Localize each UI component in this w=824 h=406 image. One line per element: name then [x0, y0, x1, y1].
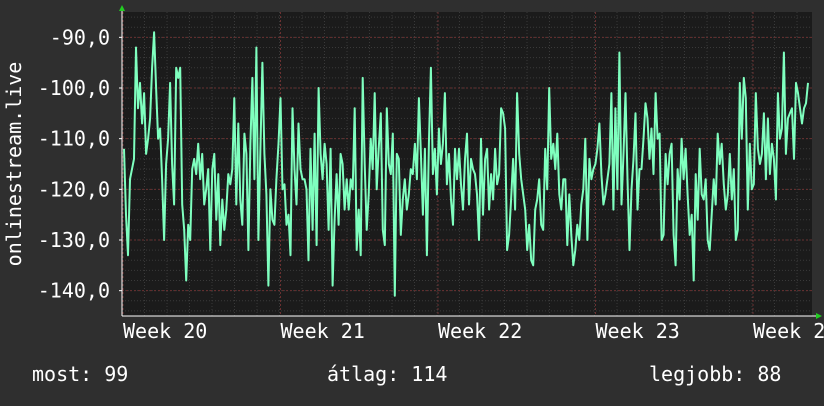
- x-tick-label: Week 20: [123, 319, 207, 343]
- chart-svg: -90,0 -100,0 -110,0 -120,0 -130,0 -140,0 Week …: [2, 5, 824, 343]
- current-stat: most: 99: [32, 362, 128, 386]
- x-tick-label: Week 23: [596, 319, 680, 343]
- current-value: 99: [104, 362, 129, 386]
- average-stat: átlag: 114: [327, 362, 447, 386]
- best-stat: legjobb: 88: [649, 362, 781, 386]
- y-tick-label: -130,0: [38, 228, 110, 252]
- y-tick-label: -110,0: [38, 127, 110, 151]
- x-tick-label: Week 2: [753, 319, 824, 343]
- chart: -90,0 -100,0 -110,0 -120,0 -130,0 -140,0 Week …: [0, 0, 824, 402]
- y-tick-label: -90,0: [50, 25, 110, 49]
- x-tick-label: Week 21: [281, 319, 365, 343]
- y-tick-label: -120,0: [38, 177, 110, 201]
- current-label: most:: [32, 362, 93, 386]
- y-axis-arrow: [119, 5, 125, 11]
- y-axis-label: onlinestream.live: [2, 62, 26, 267]
- y-tick-label: -100,0: [38, 76, 110, 100]
- average-value: 114: [411, 362, 448, 386]
- x-tick-label: Week 22: [438, 319, 522, 343]
- average-label: átlag:: [327, 362, 400, 386]
- best-label: legjobb:: [649, 362, 746, 386]
- best-value: 88: [757, 362, 782, 386]
- y-tick-label: -140,0: [38, 279, 110, 303]
